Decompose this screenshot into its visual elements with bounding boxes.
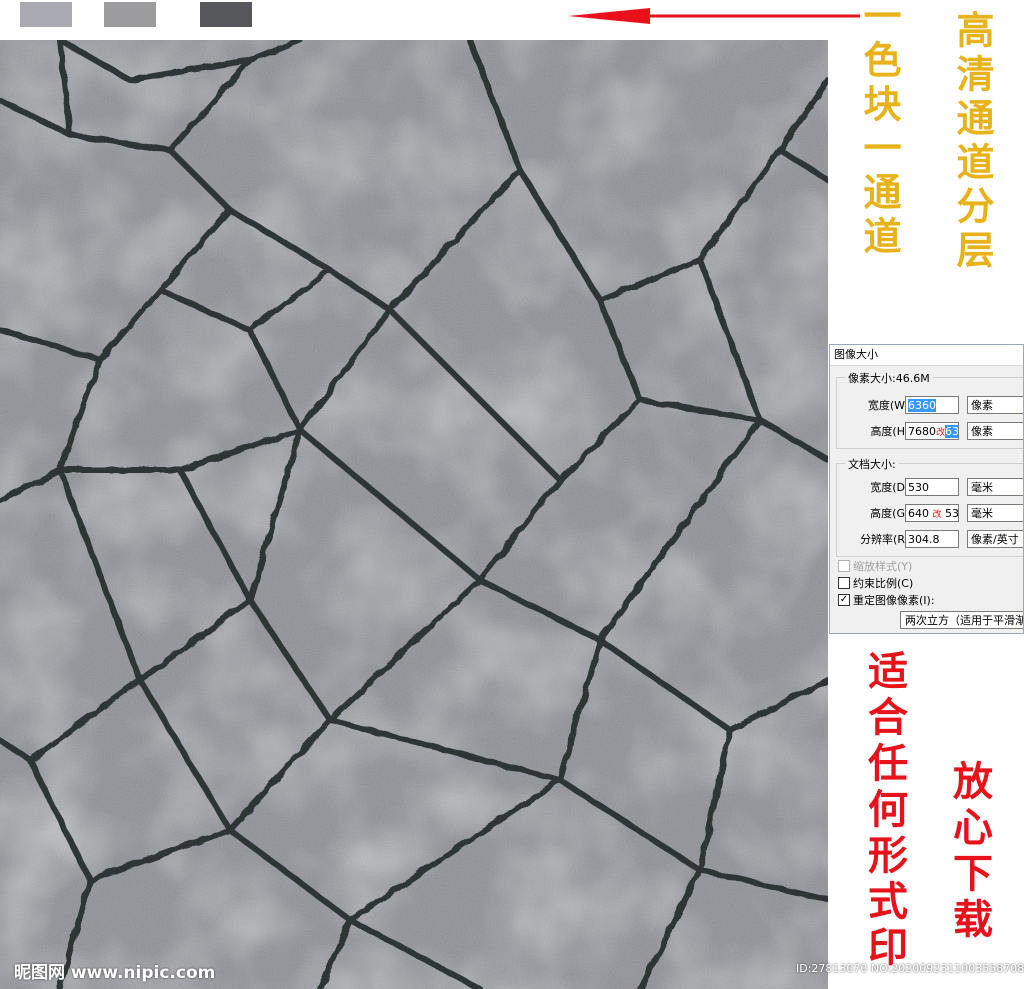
constrain-proportions-checkbox[interactable]: 约束比例(C) — [838, 576, 913, 592]
resample-image-checkbox[interactable]: ✓ 重定图像像素(I): — [838, 593, 935, 609]
height-unit-select[interactable]: 像素∨ — [967, 422, 1023, 440]
dialog-title: 图像大小 — [830, 345, 1023, 366]
image-id-watermark: ID:27813070 NO:20200923110035587081 — [796, 962, 1024, 975]
image-size-dialog: 图像大小 像素大小:46.6M 宽度(W): 6360 像素∨ 高度(H): 7… — [829, 344, 1024, 634]
color-swatch-light — [20, 2, 72, 27]
arrow-left-icon — [568, 8, 860, 24]
banner-print-suitable-text: 适合任何形式印 — [861, 650, 908, 972]
doc-width-unit-select[interactable]: 毫米∨ — [967, 478, 1023, 496]
pixel-dimensions-group: 像素大小:46.6M 宽度(W): 6360 像素∨ 高度(H): 7680改6… — [836, 370, 1023, 449]
checkbox-icon — [838, 577, 850, 589]
geometric-pattern-image — [0, 40, 828, 989]
width-unit-select[interactable]: 像素∨ — [967, 396, 1023, 414]
banner-color-block-text: 一色块一通道 — [857, 0, 902, 260]
doc-size-label: 文档大小: — [845, 456, 899, 472]
doc-width-input[interactable]: 530 — [905, 478, 959, 496]
checkbox-icon — [838, 560, 850, 572]
pixel-size-label: 像素大小:46.6M — [845, 370, 933, 386]
document-size-group: 文档大小: 宽度(D): 530 毫米∨ 高度(G): 640 改 530 毫米… — [836, 456, 1023, 557]
doc-height-input[interactable]: 640 改 530 — [905, 504, 959, 522]
color-swatch-dark — [200, 2, 252, 27]
scale-styles-checkbox[interactable]: 缩放样式(Y) — [838, 559, 912, 575]
doc-height-unit-select[interactable]: 毫米∨ — [967, 504, 1023, 522]
resolution-input[interactable]: 304.8 — [905, 530, 959, 548]
site-watermark: 昵图网 www.nipic.com — [14, 963, 216, 983]
width-input[interactable]: 6360 — [905, 396, 959, 414]
height-input[interactable]: 7680改6360 — [905, 422, 959, 440]
banner-download-text: 放心下载 — [946, 760, 993, 944]
checkmark-icon: ✓ — [838, 594, 850, 606]
resample-method-select[interactable]: 两次立方（适用于平滑渐变 — [900, 611, 1023, 629]
resolution-unit-select[interactable]: 像素/英寸∨ — [967, 530, 1023, 548]
banner-hd-channel-text: 高清通道分层 — [950, 10, 995, 274]
color-swatch-mid — [104, 2, 156, 27]
